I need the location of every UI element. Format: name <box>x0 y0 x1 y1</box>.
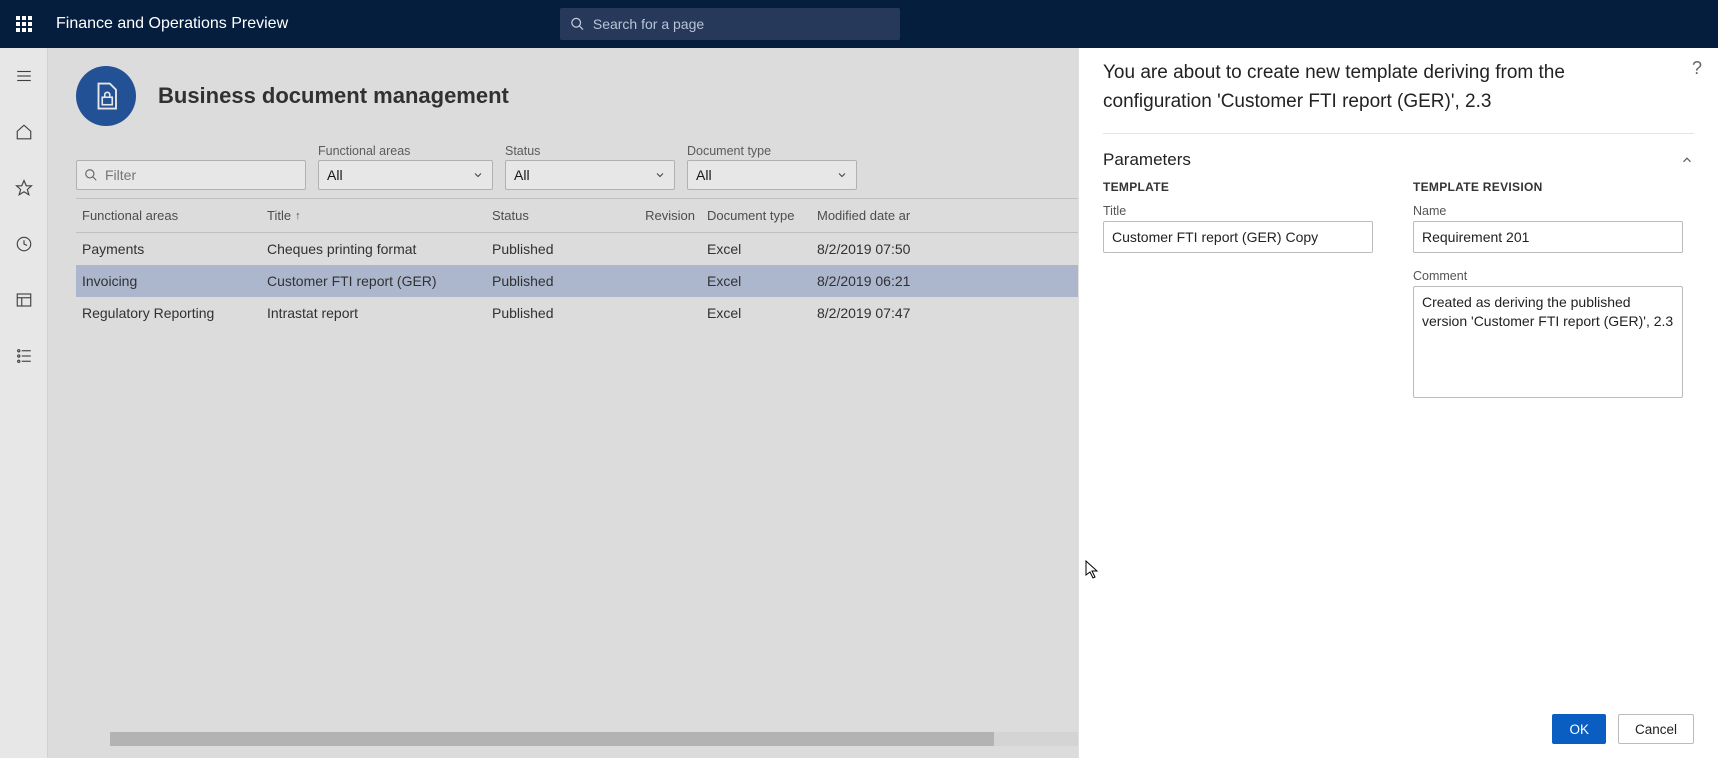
cell-document-type: Excel <box>701 241 811 257</box>
col-modified[interactable]: Modified date ar <box>811 208 931 223</box>
title-input[interactable] <box>1103 221 1373 253</box>
parameters-section-header[interactable]: Parameters <box>1103 134 1694 180</box>
parameters-section-title: Parameters <box>1103 150 1191 170</box>
panel-title: You are about to create new template der… <box>1103 54 1694 117</box>
select-status[interactable]: All <box>505 160 675 190</box>
col-title[interactable]: Title↑ <box>261 208 486 223</box>
workspace-icon[interactable] <box>6 284 42 316</box>
filter-input[interactable] <box>76 160 306 190</box>
page-title: Business document management <box>158 83 509 109</box>
chevron-up-icon <box>1680 153 1694 167</box>
title-label: Title <box>1103 204 1373 218</box>
select-functional-areas[interactable]: All <box>318 160 493 190</box>
chevron-down-icon <box>654 169 666 181</box>
filter-search-icon <box>84 168 98 182</box>
modules-icon[interactable] <box>6 340 42 372</box>
cancel-button[interactable]: Cancel <box>1618 714 1694 744</box>
chevron-down-icon <box>836 169 848 181</box>
cell-title: Intrastat report <box>261 305 486 321</box>
comment-label: Comment <box>1413 269 1683 283</box>
filter-label-functional-areas: Functional areas <box>318 144 493 158</box>
page-icon <box>76 66 136 126</box>
cell-title: Customer FTI report (GER) <box>261 273 486 289</box>
col-revision[interactable]: Revision <box>641 208 701 223</box>
cell-modified: 8/2/2019 07:50 <box>811 241 931 257</box>
col-document-type[interactable]: Document type <box>701 208 811 223</box>
select-document-type-value: All <box>696 167 712 183</box>
scrollbar-thumb[interactable] <box>110 732 994 746</box>
cell-functional-areas: Payments <box>76 241 261 257</box>
recent-icon[interactable] <box>6 228 42 260</box>
cell-status: Published <box>486 241 641 257</box>
search-input[interactable] <box>593 16 890 32</box>
col-functional-areas[interactable]: Functional areas <box>76 208 261 223</box>
cell-status: Published <box>486 273 641 289</box>
cell-functional-areas: Regulatory Reporting <box>76 305 261 321</box>
hamburger-icon[interactable] <box>6 60 42 92</box>
help-icon[interactable]: ? <box>1692 58 1702 79</box>
chevron-down-icon <box>472 169 484 181</box>
cell-status: Published <box>486 305 641 321</box>
select-status-value: All <box>514 167 530 183</box>
home-icon[interactable] <box>6 116 42 148</box>
app-title: Finance and Operations Preview <box>48 15 288 33</box>
select-functional-areas-value: All <box>327 167 343 183</box>
ok-button[interactable]: OK <box>1552 714 1606 744</box>
cell-document-type: Excel <box>701 273 811 289</box>
select-document-type[interactable]: All <box>687 160 857 190</box>
comment-textarea[interactable] <box>1413 286 1683 398</box>
side-panel: ? You are about to create new template d… <box>1078 48 1718 758</box>
sort-asc-icon: ↑ <box>295 210 301 222</box>
top-nav: Finance and Operations Preview <box>0 0 1718 48</box>
nav-rail <box>0 48 48 758</box>
revision-heading: TEMPLATE REVISION <box>1413 180 1683 194</box>
cell-modified: 8/2/2019 06:21 <box>811 273 931 289</box>
cell-modified: 8/2/2019 07:47 <box>811 305 931 321</box>
cell-functional-areas: Invoicing <box>76 273 261 289</box>
filter-label-status: Status <box>505 144 675 158</box>
search-icon <box>570 16 585 32</box>
template-heading: TEMPLATE <box>1103 180 1373 194</box>
waffle-icon[interactable] <box>0 0 48 48</box>
col-status[interactable]: Status <box>486 208 641 223</box>
search-box[interactable] <box>560 8 900 40</box>
filter-label-document-type: Document type <box>687 144 857 158</box>
cell-document-type: Excel <box>701 305 811 321</box>
name-label: Name <box>1413 204 1683 218</box>
name-input[interactable] <box>1413 221 1683 253</box>
star-icon[interactable] <box>6 172 42 204</box>
cell-title: Cheques printing format <box>261 241 486 257</box>
